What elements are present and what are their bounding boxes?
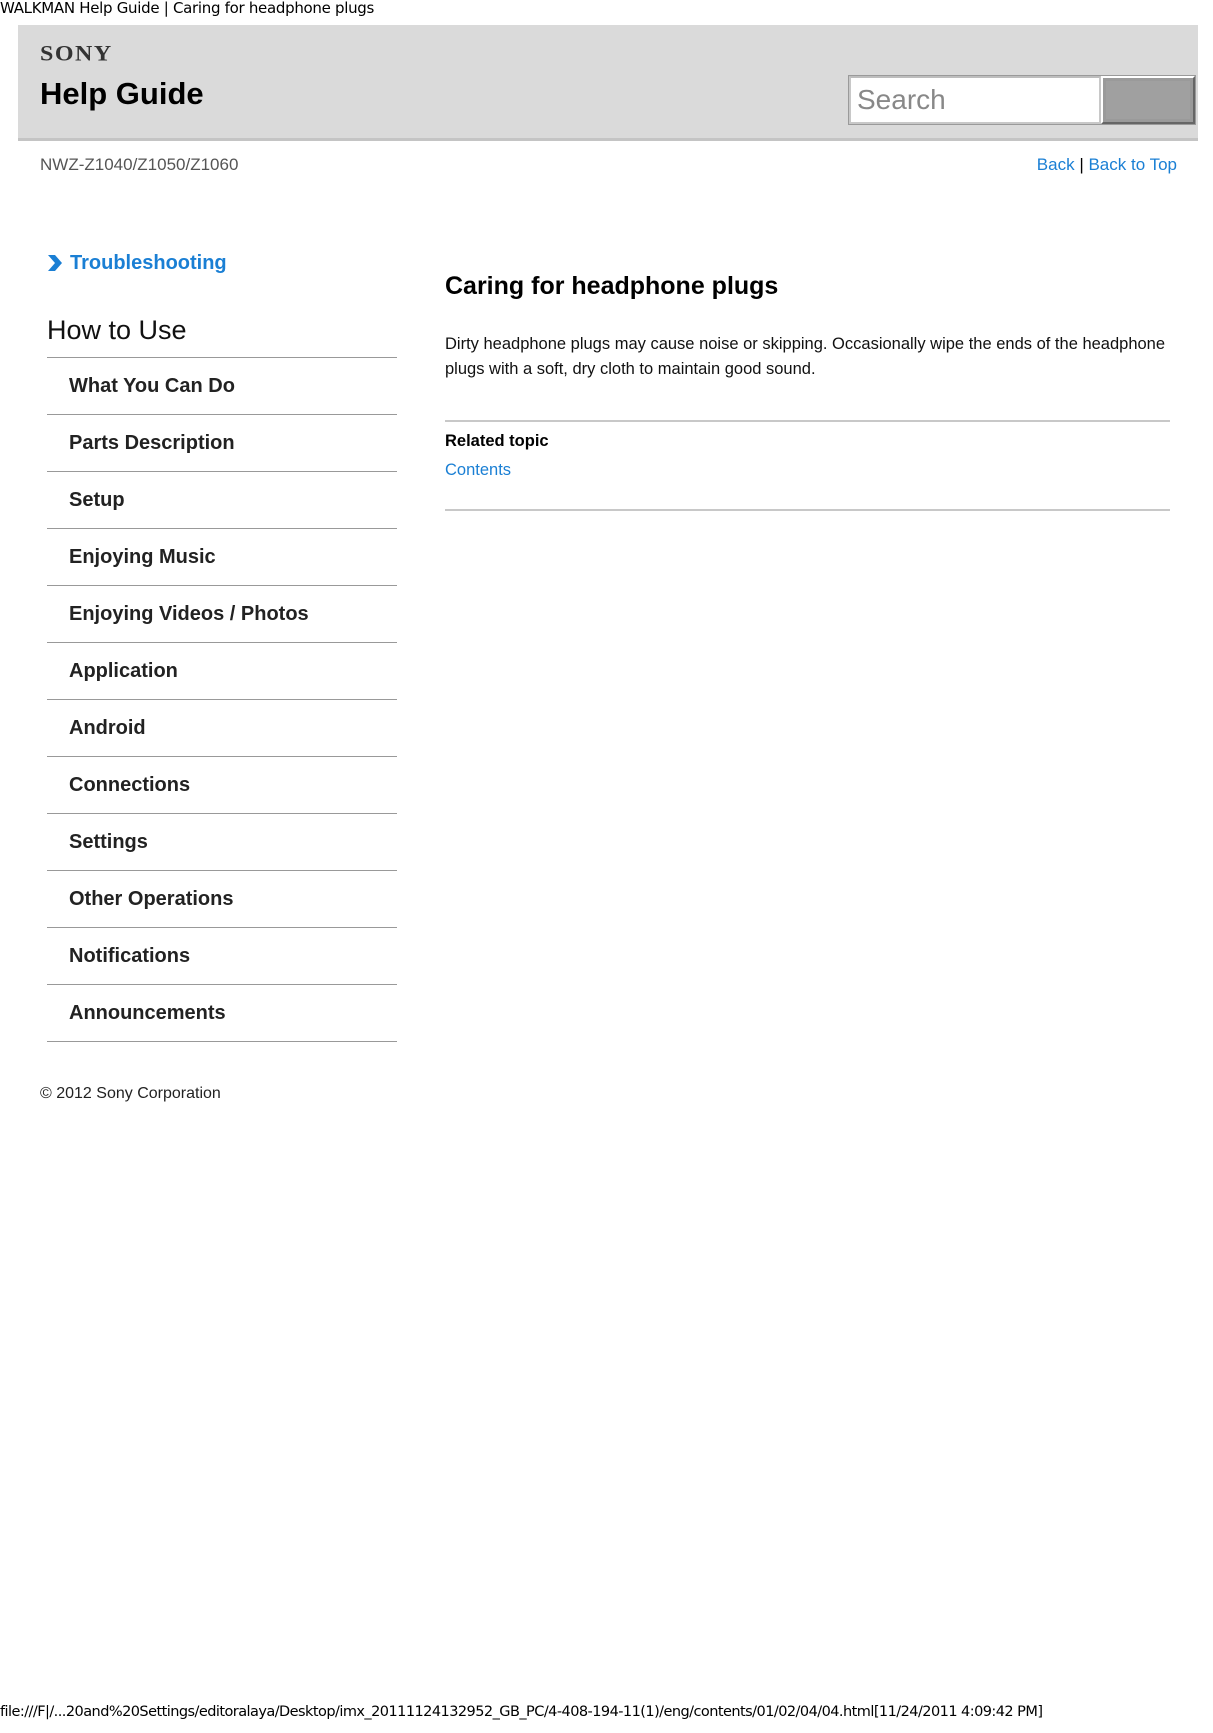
sidebar-item-other-operations[interactable]: Other Operations [47,871,397,928]
sidebar-item-enjoying-music[interactable]: Enjoying Music [47,529,397,586]
help-guide-title: Help Guide [40,76,204,111]
file-path-footer: file:///F|/...20and%20Settings/editorala… [0,1704,1043,1720]
page-title: Caring for headphone plugs [445,272,779,300]
sidebar-nav: What You Can Do Parts Description Setup … [47,358,397,1042]
search-button[interactable] [1101,76,1195,124]
copyright: © 2012 Sony Corporation [40,1085,221,1102]
section-title-how-to-use: How to Use [47,308,397,358]
sidebar-item-connections[interactable]: Connections [47,757,397,814]
sidebar-item-application[interactable]: Application [47,643,397,700]
sidebar: Troubleshooting How to Use What You Can … [47,248,397,1042]
sidebar-item-enjoying-videos-photos[interactable]: Enjoying Videos / Photos [47,586,397,643]
sidebar-item-settings[interactable]: Settings [47,814,397,871]
sidebar-item-parts-description[interactable]: Parts Description [47,415,397,472]
troubleshooting-link[interactable]: Troubleshooting [46,248,397,278]
related-topic-heading: Related topic [445,432,549,450]
troubleshooting-label: Troubleshooting [70,251,227,274]
sidebar-item-what-you-can-do[interactable]: What You Can Do [47,358,397,415]
main-content: Caring for headphone plugs Dirty headpho… [445,268,1170,511]
related-topics: Related topic Contents [445,420,1170,511]
sidebar-item-announcements[interactable]: Announcements [47,985,397,1042]
link-separator: | [1079,155,1084,174]
search-input[interactable] [849,76,1101,124]
sidebar-item-android[interactable]: Android [47,700,397,757]
top-navigation: Back | Back to Top [1037,155,1177,175]
site-header: SONY Help Guide [18,25,1198,141]
model-number: NWZ-Z1040/Z1050/Z1060 [40,155,239,174]
search-form [848,75,1196,125]
sidebar-item-notifications[interactable]: Notifications [47,928,397,985]
sidebar-item-setup[interactable]: Setup [47,472,397,529]
sony-logo: SONY [40,42,113,66]
back-to-top-link[interactable]: Back to Top [1088,155,1177,174]
chevron-right-icon [48,255,62,271]
back-link[interactable]: Back [1037,155,1075,174]
related-link-contents[interactable]: Contents [445,460,511,480]
body-text: Dirty headphone plugs may cause noise or… [445,335,1166,378]
document-title: WALKMAN Help Guide | Caring for headphon… [0,0,375,17]
